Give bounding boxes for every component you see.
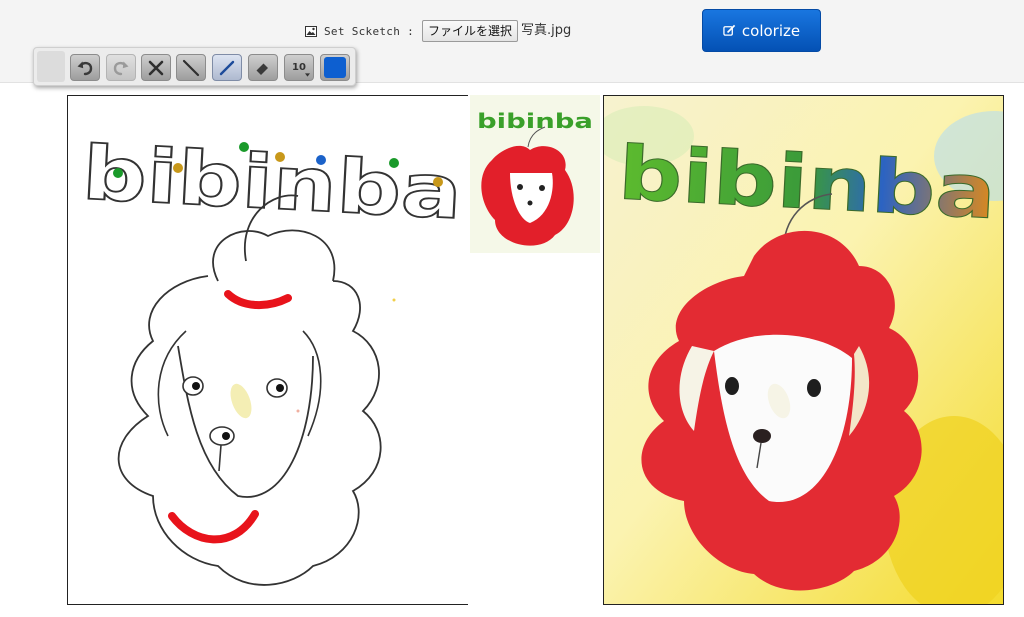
image-icon bbox=[305, 25, 317, 37]
sketch-label: Set Scketch : bbox=[324, 24, 414, 38]
line-tool-button[interactable] bbox=[176, 54, 206, 81]
clear-button[interactable] bbox=[141, 54, 171, 81]
undo-icon bbox=[77, 61, 93, 75]
caret-down-icon bbox=[305, 73, 310, 77]
file-select-button[interactable]: ファイルを選択 bbox=[422, 20, 519, 42]
eraser-tool-button[interactable] bbox=[248, 54, 278, 81]
color-swatch bbox=[324, 57, 346, 78]
line-icon bbox=[182, 59, 200, 76]
undo-button[interactable] bbox=[70, 54, 100, 81]
redo-icon bbox=[113, 61, 129, 75]
pen-icon bbox=[219, 60, 235, 75]
colorize-label: colorize bbox=[741, 21, 801, 40]
thumbnail-preview: bibinba bbox=[470, 95, 600, 253]
pen-tool-button[interactable] bbox=[212, 54, 242, 81]
pen-size-button[interactable]: 10 bbox=[284, 54, 314, 81]
drawing-toolbar: 10 bbox=[33, 47, 356, 86]
file-name: 写真.jpg bbox=[521, 22, 572, 38]
pen-size-value: 10 bbox=[292, 62, 306, 73]
colorize-button[interactable]: colorize bbox=[702, 9, 821, 52]
clear-icon bbox=[148, 60, 164, 75]
thumbnail-title-text: bibinba bbox=[477, 109, 593, 133]
color-picker-button[interactable] bbox=[320, 54, 350, 81]
redo-button[interactable] bbox=[106, 54, 136, 81]
eraser-icon bbox=[256, 63, 268, 75]
sketch-title-text: bibinba bbox=[80, 130, 464, 236]
edit-icon bbox=[723, 24, 736, 36]
colorized-result-image: bibinba bbox=[603, 95, 1004, 605]
sketch-upload-row: Set Scketch : ファイルを選択 写真.jpg bbox=[305, 18, 571, 44]
toolbar-drag-handle[interactable] bbox=[37, 51, 65, 82]
sketch-canvas[interactable]: bibinba bbox=[67, 95, 468, 605]
